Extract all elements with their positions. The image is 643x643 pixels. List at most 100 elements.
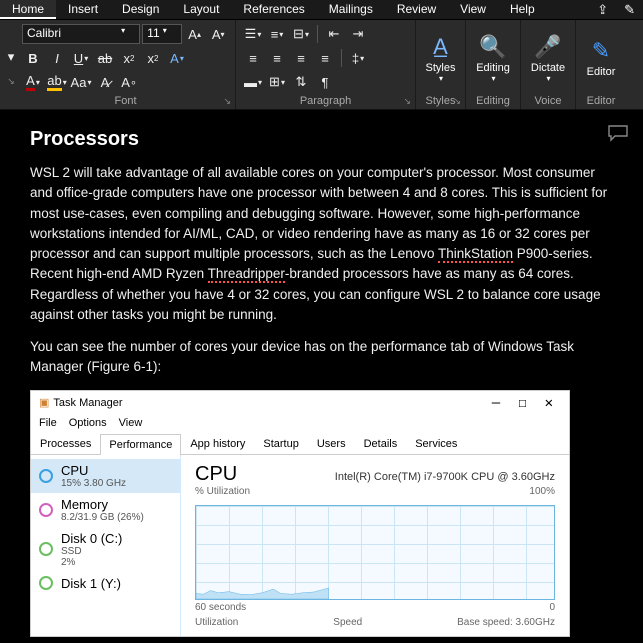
disk-ring-icon xyxy=(39,576,53,590)
tm-tab-details[interactable]: Details xyxy=(355,433,407,454)
spelling-error[interactable]: Threadripper xyxy=(208,266,285,283)
tm-menu-view[interactable]: View xyxy=(119,417,143,429)
taskmanager-icon: ▣ xyxy=(39,396,49,409)
tab-view[interactable]: View xyxy=(448,0,498,19)
heading-processors: Processors xyxy=(30,128,613,151)
sort-button[interactable]: ⇅ xyxy=(290,71,312,93)
tab-help[interactable]: Help xyxy=(498,0,547,19)
italic-button[interactable]: I xyxy=(46,47,68,69)
editor-group-label: Editor xyxy=(576,95,626,107)
find-icon: 🔍 xyxy=(479,32,506,62)
minimize-icon[interactable]: — xyxy=(492,395,500,411)
cpu-ring-icon xyxy=(39,469,53,483)
paragraph-group-label: Paragraph xyxy=(236,95,415,107)
clear-format-button[interactable]: A̷ xyxy=(94,71,116,93)
justify-button[interactable]: ≡ xyxy=(314,47,336,69)
tm-menu-options[interactable]: Options xyxy=(69,417,107,429)
graph-x-left: 60 seconds xyxy=(195,602,246,613)
multilevel-button[interactable]: ⊟▾ xyxy=(290,23,312,45)
font-name-select[interactable]: Calibri▾ xyxy=(22,24,140,44)
font-size-select[interactable]: 11▾ xyxy=(142,24,182,44)
highlight-button[interactable]: ab▾ xyxy=(46,71,68,93)
format-painter-button[interactable]: A∘ xyxy=(118,71,140,93)
tm-side-disk1[interactable]: Disk 1 (Y:) xyxy=(31,572,180,595)
underline-button[interactable]: U▾ xyxy=(70,47,92,69)
voice-group-label: Voice xyxy=(521,95,575,107)
editing-button[interactable]: 🔍 Editing ▾ xyxy=(472,22,514,92)
editor-button[interactable]: ✎ Editor xyxy=(582,22,620,92)
maximize-icon[interactable]: ☐ xyxy=(518,395,526,411)
font-color-button[interactable]: A▾ xyxy=(22,71,44,93)
styles-icon: A̲ xyxy=(433,32,448,62)
ribbon-tabs: Home Insert Design Layout References Mai… xyxy=(0,0,643,20)
line-spacing-button[interactable]: ‡▾ xyxy=(347,47,369,69)
show-marks-button[interactable]: ¶ xyxy=(314,71,336,93)
tm-tab-startup[interactable]: Startup xyxy=(254,433,307,454)
paragraph-2: You can see the number of cores your dev… xyxy=(30,337,613,378)
styles-button[interactable]: A̲ Styles ▾ xyxy=(422,22,459,92)
text-effects-button[interactable]: A▾ xyxy=(166,47,188,69)
align-center-button[interactable]: ≡ xyxy=(266,47,288,69)
tm-tab-services[interactable]: Services xyxy=(406,433,466,454)
tm-cpu-title: CPU xyxy=(195,463,237,486)
tm-bottom-base: Base speed: 3.60GHz xyxy=(457,617,555,628)
tm-side-disk0[interactable]: Disk 0 (C:)SSD 2% xyxy=(31,527,180,572)
taskmanager-figure: ▣ Task Manager — ☐ ✕ File Options View P… xyxy=(30,390,570,637)
decrease-indent-button[interactable]: ⇤ xyxy=(323,23,345,45)
tm-side-cpu[interactable]: CPU15% 3.80 GHz xyxy=(31,459,180,493)
tm-tab-processes[interactable]: Processes xyxy=(31,433,100,454)
strikethrough-button[interactable]: ab xyxy=(94,47,116,69)
tab-insert[interactable]: Insert xyxy=(56,0,110,19)
ribbon: ▾ ↘ Calibri▾ 11▾ A▴ A▾ B I U▾ ab x2 x2 A… xyxy=(0,20,643,110)
superscript-button[interactable]: x2 xyxy=(142,47,164,69)
styles-dialog-launcher[interactable]: ↘ xyxy=(453,96,461,107)
tm-bottom-util: Utilization xyxy=(195,617,238,628)
tab-mailings[interactable]: Mailings xyxy=(317,0,385,19)
spelling-error[interactable]: ThinkStation xyxy=(438,246,513,263)
taskmanager-menu: File Options View xyxy=(31,415,569,431)
font-group-label: Font xyxy=(16,95,235,107)
memory-ring-icon xyxy=(39,503,53,517)
align-left-button[interactable]: ≡ xyxy=(242,47,264,69)
subscript-button[interactable]: x2 xyxy=(118,47,140,69)
borders-button[interactable]: ⊞▾ xyxy=(266,71,288,93)
tm-sidebar: CPU15% 3.80 GHz Memory8.2/31.9 GB (26%) … xyxy=(31,455,181,636)
dictate-button[interactable]: 🎤 Dictate ▾ xyxy=(527,22,569,92)
grow-font-button[interactable]: A▴ xyxy=(184,23,206,45)
close-icon[interactable]: ✕ xyxy=(545,395,553,411)
tm-bottom-speed: Speed xyxy=(333,617,362,628)
change-case-button[interactable]: Aa▾ xyxy=(70,71,92,93)
document-canvas[interactable]: Processors WSL 2 will take advantage of … xyxy=(0,110,643,643)
share-icon[interactable]: ⇪ xyxy=(589,0,616,19)
paragraph-1: WSL 2 will take advantage of all availab… xyxy=(30,163,613,325)
tm-tab-performance[interactable]: Performance xyxy=(100,434,181,455)
tab-design[interactable]: Design xyxy=(110,0,171,19)
paragraph-dialog-launcher[interactable]: ↘ xyxy=(403,96,411,107)
disk-ring-icon xyxy=(39,542,53,556)
tm-tab-apphistory[interactable]: App history xyxy=(181,433,254,454)
increase-indent-button[interactable]: ⇥ xyxy=(347,23,369,45)
tab-layout[interactable]: Layout xyxy=(171,0,231,19)
cpu-utilization-chart xyxy=(195,505,555,600)
tab-references[interactable]: References xyxy=(231,0,316,19)
bold-button[interactable]: B xyxy=(22,47,44,69)
shrink-font-button[interactable]: A▾ xyxy=(207,23,229,45)
comment-bubble-icon[interactable] xyxy=(607,124,629,145)
editing-group-label: Editing xyxy=(466,95,520,107)
numbering-button[interactable]: ≡▾ xyxy=(266,23,288,45)
comments-icon[interactable]: ✎ xyxy=(616,0,643,19)
tab-review[interactable]: Review xyxy=(385,0,448,19)
tm-menu-file[interactable]: File xyxy=(39,417,57,429)
tm-util-label: % Utilization xyxy=(195,486,250,497)
bullets-button[interactable]: ☰▾ xyxy=(242,23,264,45)
tm-side-memory[interactable]: Memory8.2/31.9 GB (26%) xyxy=(31,493,180,527)
shading-button[interactable]: ▬▾ xyxy=(242,71,264,93)
graph-x-right: 0 xyxy=(549,602,555,613)
font-dialog-launcher[interactable]: ↘ xyxy=(223,96,231,107)
editor-icon: ✎ xyxy=(592,36,610,66)
tab-home[interactable]: Home xyxy=(0,0,56,19)
align-right-button[interactable]: ≡ xyxy=(290,47,312,69)
tm-tab-users[interactable]: Users xyxy=(308,433,355,454)
taskmanager-title: Task Manager xyxy=(53,397,122,409)
tm-util-max: 100% xyxy=(529,486,555,497)
